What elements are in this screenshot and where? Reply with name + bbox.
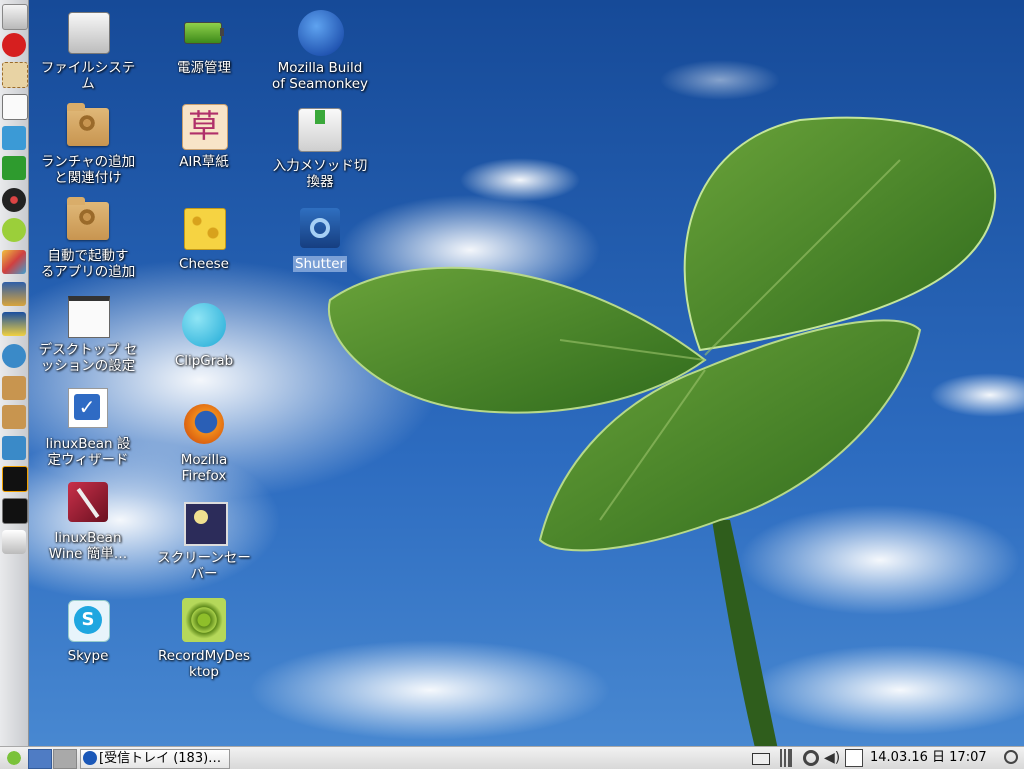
desktop-icon-label: linuxBean 設 定ウィザード — [45, 436, 131, 468]
taskbar: [受信トレイ (183)… ◀) 14.03.16 日 17:07 — [0, 746, 1024, 769]
screensaver-icon — [182, 500, 228, 546]
seamonkey-task-icon — [83, 751, 97, 765]
desktop-icon-label: Shutter — [292, 256, 348, 272]
skype-icon: S — [66, 598, 110, 642]
desktop-icon-label: AIR草紙 — [179, 154, 229, 170]
folder-gear-icon — [66, 103, 110, 148]
desktop-icon-skype[interactable]: S Skype — [32, 598, 144, 664]
desktop-icon-label: 電源管理 — [177, 60, 231, 76]
desktop-icon-setup-wizard[interactable]: ✓ linuxBean 設 定ウィザード — [32, 386, 144, 468]
system-monitor-icon[interactable] — [2, 466, 28, 492]
volume-icon[interactable]: ◀) — [824, 749, 840, 767]
printer-icon[interactable] — [2, 436, 26, 460]
desktop-icon-screensaver[interactable]: スクリーンセー バー — [148, 500, 260, 582]
desktop-icon-session-settings[interactable]: デスクトップ セ ッションの設定 — [32, 292, 144, 374]
package-add-icon[interactable] — [2, 405, 26, 429]
mail-stamp-icon[interactable] — [2, 62, 28, 88]
desktop-icon-power-manager[interactable]: 電源管理 — [148, 10, 260, 76]
window-icon — [66, 292, 110, 338]
desktop-icon-label: ClipGrab — [174, 353, 234, 369]
recordmydesktop-icon — [182, 598, 226, 642]
desktop-icon-clipgrab[interactable]: ClipGrab — [148, 303, 260, 369]
desktop-icon-label: Mozilla Firefox — [180, 452, 228, 484]
air-soshi-icon: 草 — [182, 104, 228, 150]
shutter-tray-icon[interactable] — [803, 750, 819, 766]
checkbox-icon: ✓ — [66, 386, 110, 430]
desktop-icon-input-method[interactable]: 入力メソッド切 換器 — [264, 108, 376, 190]
package-install-icon[interactable] — [2, 376, 26, 400]
keyboard-tray-icon[interactable] — [752, 753, 770, 765]
desktop-icon-label: RecordMyDes ktop — [157, 648, 250, 680]
battery-icon — [182, 10, 226, 54]
application-dock — [0, 0, 29, 746]
folder-gear-icon — [66, 197, 110, 242]
paint-icon[interactable] — [2, 250, 26, 274]
terminal-icon[interactable] — [2, 498, 28, 524]
menu-leaf-icon[interactable] — [4, 749, 24, 767]
keyboard-icon — [298, 108, 342, 152]
desktop-icon-label: Mozilla Build of Seamonkey — [271, 60, 369, 92]
desktop-icon-label: 入力メソッド切 換器 — [272, 158, 368, 190]
green-app-icon[interactable] — [2, 156, 26, 180]
task-button-inbox[interactable]: [受信トレイ (183)… — [80, 749, 230, 769]
desktop-icon-seamonkey[interactable]: Mozilla Build of Seamonkey — [264, 10, 376, 92]
file-manager-icon[interactable] — [2, 4, 28, 30]
desktop-icon-label: Cheese — [179, 256, 229, 272]
bug-app-icon[interactable] — [2, 218, 26, 242]
signal-strength-icon[interactable] — [778, 749, 792, 767]
desktop-icon-label: 自動で起動す るアプリの追加 — [40, 248, 136, 280]
desktop-icon-label: ランチャの追加 と関連付け — [40, 154, 136, 186]
hard-drive-icon — [66, 10, 110, 54]
desktop-icon-label: スクリーンセー バー — [157, 550, 251, 582]
text-editor-icon[interactable] — [2, 94, 28, 120]
window-tray-icon[interactable] — [845, 749, 863, 767]
opera-icon[interactable] — [2, 33, 26, 57]
shutter-icon — [298, 206, 342, 250]
image-viewer-icon[interactable] — [2, 282, 26, 306]
workspace-1-button[interactable] — [28, 749, 52, 769]
wifi-icon[interactable] — [2, 344, 26, 368]
clipgrab-icon — [182, 303, 226, 347]
cheese-icon — [182, 206, 226, 250]
trash-icon[interactable] — [2, 530, 26, 554]
firefox-icon — [182, 402, 226, 446]
desktop-icon-launcher-assoc[interactable]: ランチャの追加 と関連付け — [32, 103, 144, 186]
network-manager-icon[interactable] — [2, 126, 26, 150]
desktop-icon-label: デスクトップ セ ッションの設定 — [38, 342, 138, 374]
desktop-icon-autostart[interactable]: 自動で起動す るアプリの追加 — [32, 197, 144, 280]
desktop-icon-cheese[interactable]: Cheese — [148, 206, 260, 272]
desktop-icon-label: linuxBean Wine 簡単… — [48, 530, 128, 562]
desktop-icon-wine-wizard[interactable]: linuxBean Wine 簡単… — [32, 480, 144, 562]
workspace-2-button[interactable] — [53, 749, 77, 769]
seamonkey-icon — [298, 10, 344, 56]
search-icon[interactable] — [1004, 750, 1018, 764]
media-player-icon[interactable] — [2, 188, 26, 212]
desktop-icon-label: ファイルシステ ム — [40, 60, 136, 92]
desktop-icon-label: Skype — [67, 648, 109, 664]
task-button-label: [受信トレイ (183)… — [99, 751, 222, 766]
desktop-icon-recordmydesktop[interactable]: RecordMyDes ktop — [148, 598, 260, 680]
desktop-icon-air-soshi[interactable]: 草 AIR草紙 — [148, 104, 260, 170]
desktop-icon-firefox[interactable]: Mozilla Firefox — [148, 402, 260, 484]
desktop-icon-filesystem[interactable]: ファイルシステ ム — [32, 10, 144, 92]
desktop-icon-shutter[interactable]: Shutter — [264, 206, 376, 272]
air-soshi-glyph: 草 — [187, 107, 220, 145]
magic-wand-icon — [66, 480, 110, 524]
pidgin-icon[interactable] — [2, 312, 26, 336]
clock[interactable]: 14.03.16 日 17:07 — [870, 749, 987, 767]
